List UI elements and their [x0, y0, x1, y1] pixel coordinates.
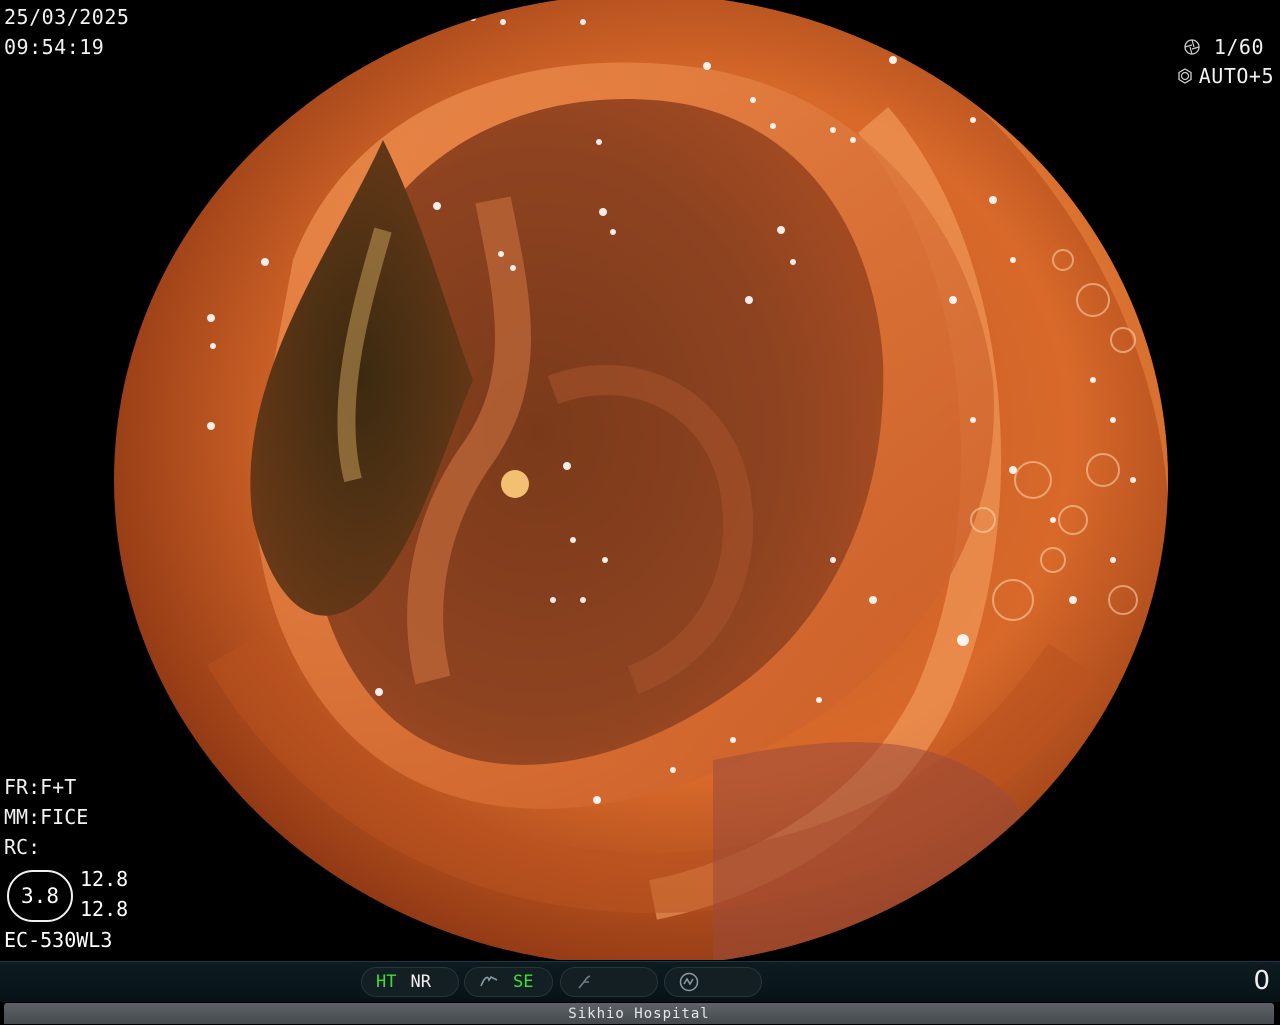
exposure-mode: AUTO+5	[1198, 64, 1274, 88]
hospital-footer: Sikhio Hospital	[4, 1003, 1274, 1024]
value-b: 12.8	[80, 897, 129, 921]
mucosa-image	[114, 0, 1168, 960]
iris-icon	[1178, 68, 1192, 84]
freeze-pill[interactable]	[560, 967, 658, 997]
mm-setting: MM:FICE	[4, 805, 89, 829]
structure-enhancement-icon	[480, 975, 498, 987]
rc-setting: RC:	[4, 835, 41, 859]
shutter-readout: 1/60	[1184, 32, 1264, 62]
enhancement-pill[interactable]: SE	[464, 967, 553, 997]
exam-time: 09:54:19	[4, 35, 105, 59]
capture-pill[interactable]	[664, 967, 762, 997]
ht-indicator: HT	[376, 972, 397, 992]
aperture-icon	[1184, 39, 1200, 55]
se-indicator: SE	[513, 972, 534, 992]
processing-pill[interactable]: HT NR	[361, 967, 459, 997]
fr-setting: FR:F+T	[4, 775, 77, 799]
capture-icon	[679, 972, 699, 992]
scope-model: EC-530WL3	[4, 928, 113, 952]
ratio-badge: 3.8	[7, 870, 73, 922]
endoscopy-view	[114, 0, 1168, 960]
image-counter: 0	[1253, 966, 1270, 996]
value-a: 12.8	[80, 867, 129, 891]
status-bar: HT NR SE 0	[0, 961, 1280, 1002]
shutter-speed: 1/60	[1213, 35, 1264, 59]
nr-indicator: NR	[410, 972, 431, 992]
freeze-icon	[578, 975, 591, 989]
exam-date: 25/03/2025	[4, 5, 130, 29]
exposure-readout: AUTO+5	[1177, 61, 1274, 91]
